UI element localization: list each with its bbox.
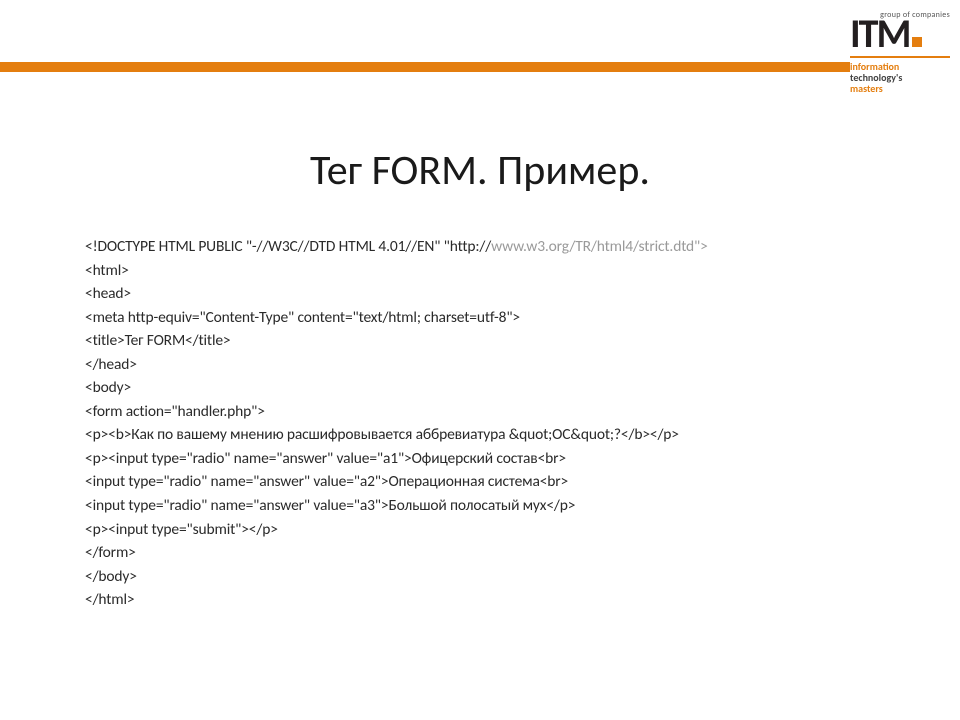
slide-title: Тег FORM. Пример.	[0, 145, 960, 196]
code-line: </html>	[85, 588, 910, 612]
code-line: <p><input type="radio" name="answer" val…	[85, 447, 910, 471]
code-text: <!DOCTYPE HTML PUBLIC "-//W3C//DTD HTML …	[85, 237, 491, 256]
code-listing: <!DOCTYPE HTML PUBLIC "-//W3C//DTD HTML …	[85, 235, 910, 612]
code-text-faded: www.w3.org/TR/html4/strict.dtd">	[491, 237, 708, 256]
code-line: <head>	[85, 282, 910, 306]
code-line: <input type="radio" name="answer" value=…	[85, 494, 910, 518]
logo-dot-icon	[912, 37, 922, 47]
code-line: <meta http-equiv="Content-Type" content=…	[85, 306, 910, 330]
logo-tagline: information technology's masters	[850, 61, 950, 94]
code-line: <html>	[85, 259, 910, 283]
code-line: <form action="handler.php">	[85, 400, 910, 424]
code-line: <input type="radio" name="answer" value=…	[85, 470, 910, 494]
code-line: </form>	[85, 541, 910, 565]
code-line: <title>Тег FORM</title>	[85, 329, 910, 353]
code-line: <!DOCTYPE HTML PUBLIC "-//W3C//DTD HTML …	[85, 235, 910, 259]
header-stripe	[0, 62, 850, 72]
logo-brand-text: ITM	[850, 9, 909, 58]
code-line: </body>	[85, 565, 910, 589]
code-line: <p><input type="submit"></p>	[85, 518, 910, 542]
logo-brand: ITM	[850, 16, 950, 52]
code-line: <body>	[85, 376, 910, 400]
company-logo: group of companies ITM information techn…	[850, 10, 950, 94]
code-line: </head>	[85, 353, 910, 377]
logo-tag-3: masters	[850, 82, 883, 95]
code-line: <p><b>Как по вашему мнению расшифровывае…	[85, 423, 910, 447]
